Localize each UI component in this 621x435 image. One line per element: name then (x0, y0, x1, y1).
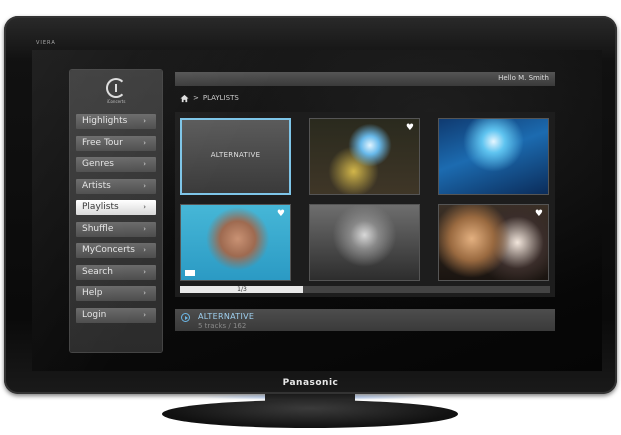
sidebar-item-label: MyConcerts (82, 245, 135, 255)
selected-playlist-title: ALTERNATIVE (198, 312, 255, 321)
sidebar-item-label: Login (82, 309, 107, 320)
selected-playlist-info[interactable]: ALTERNATIVE 5 tracks / 162 (175, 309, 555, 331)
header-bar: Hello M. Smith (175, 72, 555, 86)
chevron-right-icon: › (143, 160, 146, 168)
sidebar-item-label: Shuffle (82, 223, 114, 234)
sidebar-item-label: Genres (82, 159, 114, 169)
breadcrumb-current: PLAYLISTS (202, 94, 239, 102)
sidebar-item-search[interactable]: Search › (76, 264, 156, 280)
tv-frame: VIERA iConcerts Highlights › Free Tour ›… (4, 16, 617, 400)
playlist-tile[interactable]: ♥ (309, 118, 420, 195)
sidebar-item-label: Playlists (82, 202, 119, 212)
chevron-right-icon: › (143, 117, 146, 125)
tv-model-label: VIERA (36, 40, 56, 46)
chevron-right-icon: › (143, 138, 146, 147)
heart-icon[interactable]: ♥ (277, 210, 285, 219)
sidebar: iConcerts Highlights › Free Tour › Genre… (70, 70, 162, 352)
sidebar-item-label: Search (82, 266, 113, 277)
sidebar-item-genres[interactable]: Genres › (76, 157, 156, 172)
playlist-grid: ALTERNATIVE ♥ ♥ ♥ (180, 118, 550, 281)
chevron-right-icon: › (143, 246, 146, 254)
app-name: iConcerts (106, 99, 126, 104)
sidebar-item-playlists[interactable]: Playlists › (76, 200, 156, 215)
sidebar-item-label: Artists (82, 180, 111, 191)
selected-playlist-subtitle: 5 tracks / 162 (198, 322, 247, 330)
sidebar-menu: Highlights › Free Tour › Genres › Artist… (76, 114, 156, 329)
playlist-tile[interactable]: ♥ (438, 204, 549, 281)
user-greeting: Hello M. Smith (498, 74, 549, 82)
sidebar-item-myconcerts[interactable]: MyConcerts › (76, 243, 156, 258)
sidebar-item-shuffle[interactable]: Shuffle › (76, 221, 156, 237)
chevron-right-icon: › (143, 310, 146, 319)
app-logo: iConcerts (101, 78, 131, 108)
breadcrumb-separator: > (193, 94, 199, 102)
sidebar-item-login[interactable]: Login › (76, 307, 156, 323)
page-number: 1/3 (237, 286, 247, 293)
chevron-right-icon: › (143, 224, 146, 233)
home-icon[interactable] (180, 94, 189, 103)
sidebar-item-artists[interactable]: Artists › (76, 178, 156, 194)
sidebar-item-free-tour[interactable]: Free Tour › (76, 135, 156, 151)
chevron-right-icon: › (143, 203, 146, 211)
chevron-right-icon: › (143, 267, 146, 276)
sidebar-item-label: Free Tour (82, 137, 123, 148)
sidebar-item-highlights[interactable]: Highlights › (76, 114, 156, 129)
playlist-tile[interactable]: ALTERNATIVE (180, 118, 291, 195)
playlist-tile[interactable] (309, 204, 420, 281)
heart-icon[interactable]: ♥ (535, 210, 543, 219)
parental-advisory-icon (185, 270, 195, 276)
heart-icon[interactable]: ♥ (406, 124, 414, 133)
sidebar-item-label: Highlights (82, 116, 128, 126)
playlist-tile-label: ALTERNATIVE (210, 151, 261, 159)
tv-stand (162, 400, 458, 428)
playlist-tile[interactable]: ♥ (180, 204, 291, 281)
breadcrumb: > PLAYLISTS (180, 92, 239, 104)
playlist-tile[interactable] (438, 118, 549, 195)
sidebar-item-label: Help (82, 288, 103, 298)
play-icon[interactable] (181, 313, 190, 322)
tv-brand-logo: Panasonic (282, 378, 339, 388)
app-logo-icon (106, 78, 126, 98)
chevron-right-icon: › (143, 181, 146, 190)
tv-screen: iConcerts Highlights › Free Tour › Genre… (32, 50, 602, 371)
sidebar-item-help[interactable]: Help › (76, 286, 156, 301)
chevron-right-icon: › (143, 289, 146, 297)
